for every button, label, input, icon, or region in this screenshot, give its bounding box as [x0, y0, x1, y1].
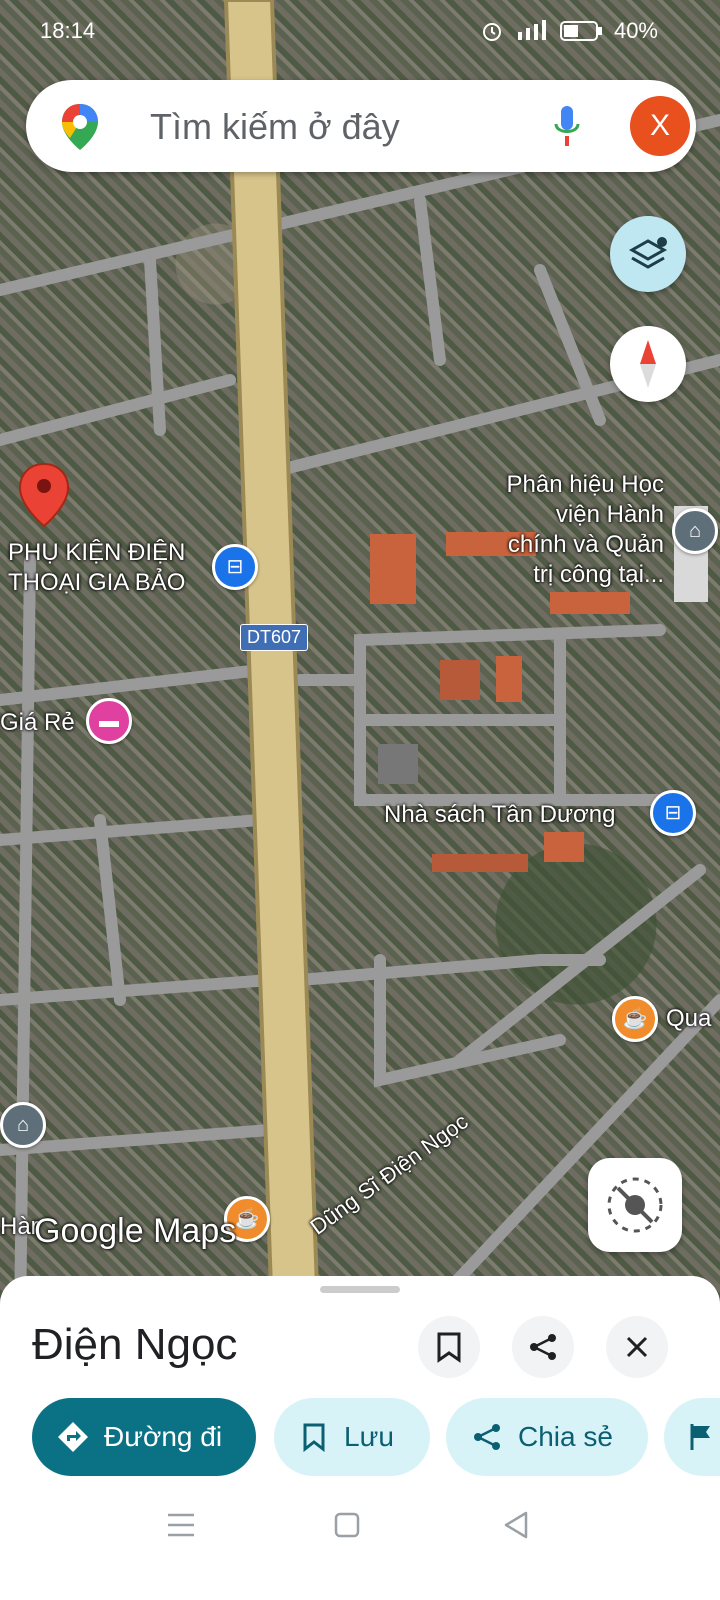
- flag-icon: [690, 1424, 710, 1450]
- microphone-icon[interactable]: [552, 104, 582, 150]
- account-avatar[interactable]: X: [630, 96, 690, 156]
- drag-handle[interactable]: [320, 1286, 400, 1293]
- battery-percent: 40%: [613, 18, 658, 43]
- back-triangle-icon[interactable]: [502, 1510, 530, 1540]
- google-maps-watermark: Google Maps: [34, 1212, 237, 1250]
- layers-icon: [628, 237, 668, 269]
- status-bar: 18:14 40%: [0, 0, 720, 60]
- battery-icon: [560, 21, 602, 41]
- directions-button[interactable]: Đường đi: [32, 1398, 256, 1476]
- share-label: Chia sẻ: [518, 1421, 613, 1452]
- poi-label-left-edge[interactable]: Hàr: [0, 1212, 39, 1242]
- poi-label-hotel[interactable]: Giá Rẻ: [0, 708, 75, 738]
- graduation-cap-icon[interactable]: ⌂: [0, 1102, 46, 1148]
- more-chip-button[interactable]: [664, 1398, 720, 1476]
- shopping-bag-icon[interactable]: ⊟: [212, 544, 258, 590]
- save-label: Lưu: [344, 1421, 394, 1452]
- layers-button[interactable]: [610, 216, 686, 292]
- bookmark-button[interactable]: [418, 1316, 480, 1378]
- place-title: Điện Ngọc: [32, 1320, 238, 1369]
- location-off-button[interactable]: [588, 1158, 682, 1252]
- compass-icon: [640, 340, 656, 388]
- share-icon: [530, 1334, 556, 1360]
- signal-icon: [518, 20, 546, 40]
- menu-icon[interactable]: [166, 1512, 196, 1538]
- map-roads: [0, 0, 720, 1320]
- alarm-icon: [483, 23, 501, 41]
- road-badge: DT607: [240, 624, 309, 651]
- share-chip-button[interactable]: Chia sẻ: [446, 1398, 648, 1476]
- poi-label-school[interactable]: Phân hiệu Học viện Hành chính và Quản tr…: [486, 470, 664, 590]
- close-button[interactable]: [606, 1316, 668, 1378]
- bed-icon[interactable]: ▬: [86, 698, 132, 744]
- graduation-cap-icon[interactable]: ⌂: [672, 508, 718, 554]
- bookmark-icon: [303, 1423, 325, 1452]
- save-button[interactable]: Lưu: [274, 1398, 430, 1476]
- satellite-map[interactable]: DT607 PHỤ KIỆN ĐIỆN THOẠI GIA BẢO ⊟ Phân…: [0, 0, 720, 1320]
- location-pin-icon[interactable]: [18, 462, 70, 528]
- share-icon: [474, 1424, 500, 1450]
- search-input[interactable]: Tìm kiếm ở đây: [150, 106, 400, 148]
- close-icon: [626, 1336, 648, 1358]
- system-navigation-bar: [0, 1476, 720, 1600]
- status-time: 18:14: [40, 18, 96, 43]
- shopping-bag-icon[interactable]: ⊟: [650, 790, 696, 836]
- bookmark-icon: [437, 1332, 461, 1363]
- share-button[interactable]: [512, 1316, 574, 1378]
- poi-label-bookstore[interactable]: Nhà sách Tân Dương: [384, 800, 615, 830]
- search-bar[interactable]: Tìm kiếm ở đây X: [26, 80, 696, 172]
- compass-button[interactable]: [610, 326, 686, 402]
- poi-label-shop[interactable]: PHỤ KIỆN ĐIỆN THOẠI GIA BẢO: [8, 538, 185, 598]
- google-maps-pin-icon: [62, 104, 98, 150]
- place-bottom-sheet[interactable]: Điện Ngọc Đường đi Lưu Chia sẻ: [0, 1276, 720, 1600]
- directions-label: Đường đi: [104, 1421, 223, 1452]
- directions-icon: [58, 1422, 88, 1452]
- home-square-icon[interactable]: [334, 1512, 360, 1538]
- poi-label-cafe[interactable]: Qua: [666, 1004, 711, 1034]
- location-off-icon: [607, 1177, 663, 1233]
- cafe-cup-icon[interactable]: ☕: [612, 996, 658, 1042]
